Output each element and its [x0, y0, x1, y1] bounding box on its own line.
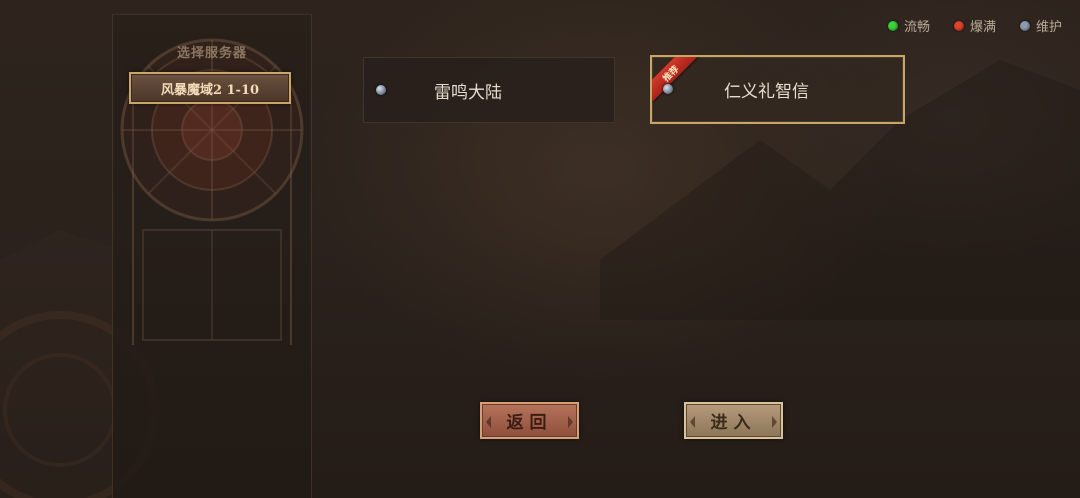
legend-item-smooth: 流畅 — [887, 16, 930, 35]
server-card-selected[interactable]: 推荐 仁义礼智信 — [650, 55, 905, 124]
enter-button-label: 进入 — [710, 413, 757, 433]
server-group-button[interactable]: 风暴魔域2 1-10 — [129, 72, 291, 104]
back-button[interactable]: 返回 — [480, 402, 579, 439]
legend-label: 流畅 — [903, 20, 930, 35]
arrow-left-icon — [486, 416, 491, 428]
server-name: 雷鸣大陆 — [434, 82, 502, 103]
game-screen: 选择服务器 风暴魔域2 1-10 流畅 爆满 维护 雷鸣大陆 推荐 仁义礼智信 … — [0, 0, 1080, 498]
red-dot-icon — [953, 20, 964, 31]
legend-label: 维护 — [1035, 20, 1062, 35]
panel-title: 选择服务器 — [176, 46, 247, 61]
enter-button[interactable]: 进入 — [684, 402, 783, 439]
recommend-badge: 推荐 — [652, 57, 699, 102]
legend-label: 爆满 — [969, 20, 996, 35]
green-dot-icon — [887, 20, 898, 31]
server-name: 仁义礼智信 — [724, 82, 809, 102]
legend-item-maintenance: 维护 — [1019, 16, 1062, 35]
rose-window-ornament — [120, 38, 304, 345]
server-category-panel: 选择服务器 风暴魔域2 1-10 — [112, 14, 312, 498]
back-button-label: 返回 — [506, 413, 553, 433]
status-light-icon — [663, 84, 673, 94]
arrow-right-icon — [568, 416, 573, 428]
arrow-right-icon — [772, 416, 777, 428]
arrow-left-icon — [690, 416, 695, 428]
gray-dot-icon — [1019, 20, 1030, 31]
legend-item-full: 爆满 — [953, 16, 996, 35]
server-card[interactable]: 雷鸣大陆 — [363, 57, 615, 123]
status-light-icon — [376, 85, 386, 95]
status-legend: 流畅 爆满 维护 — [887, 16, 1062, 35]
